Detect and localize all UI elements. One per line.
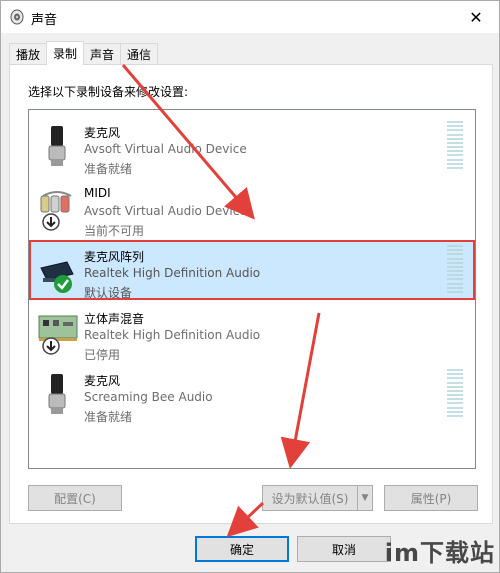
device-name: 麦克风	[84, 126, 121, 140]
device-item-microphone-screaming-bee[interactable]: 麦克风 Screaming Bee Audio 准备就绪	[29, 364, 475, 424]
level-meter	[447, 121, 463, 169]
close-button[interactable]: ✕	[453, 1, 499, 33]
sound-dialog: 声音 ✕ 播放 录制 声音 通信 选择以下录制设备来修改设置: 麦克风 Avso…	[0, 0, 500, 573]
microphone-icon	[48, 374, 66, 414]
set-default-button[interactable]: 设为默认值(S)	[262, 485, 358, 511]
device-status: 当前不可用	[84, 224, 145, 238]
tab-strip: 播放 录制 声音 通信	[9, 41, 159, 65]
device-description: Realtek High Definition Audio	[84, 328, 261, 342]
close-icon: ✕	[469, 7, 483, 27]
device-name: MIDI	[84, 186, 111, 200]
recording-panel: 选择以下录制设备来修改设置: 麦克风 Avsoft Virtual Audio …	[9, 64, 493, 524]
device-list[interactable]: 麦克风 Avsoft Virtual Audio Device 准备就绪 MID…	[28, 109, 476, 469]
tab-communications[interactable]: 通信	[120, 43, 159, 65]
tab-recording[interactable]: 录制	[46, 41, 85, 65]
device-name: 麦克风	[84, 374, 121, 388]
device-description: Screaming Bee Audio	[84, 390, 213, 404]
configure-button[interactable]: 配置(C)	[28, 485, 122, 511]
device-item-microphone-avsoft[interactable]: 麦克风 Avsoft Virtual Audio Device 准备就绪	[29, 116, 475, 176]
device-status: 准备就绪	[84, 162, 133, 176]
level-meter	[447, 245, 463, 293]
device-description: Avsoft Virtual Audio Device	[84, 142, 247, 156]
tab-playback[interactable]: 播放	[9, 43, 48, 65]
level-meter	[447, 369, 463, 417]
microphone-icon	[48, 126, 66, 166]
device-status: 已停用	[84, 348, 121, 362]
device-item-stereo-mix[interactable]: 立体声混音 Realtek High Definition Audio 已停用	[29, 302, 475, 362]
title-bar: 声音 ✕	[1, 1, 499, 33]
device-status: 准备就绪	[84, 410, 133, 424]
device-name: 麦克风阵列	[84, 250, 145, 264]
tab-sounds[interactable]: 声音	[83, 43, 122, 65]
chevron-down-icon: ▼	[361, 493, 369, 503]
device-name: 立体声混音	[84, 312, 145, 326]
speaker-icon	[10, 9, 24, 25]
window-title: 声音	[31, 13, 58, 28]
device-item-midi[interactable]: MIDI Avsoft Virtual Audio Device 当前不可用	[29, 178, 475, 238]
device-description: Avsoft Virtual Audio Device	[84, 204, 247, 218]
device-description: Realtek High Definition Audio	[84, 266, 261, 280]
set-default-dropdown-button[interactable]: ▼	[357, 485, 373, 511]
watermark-logo: im下载站	[384, 539, 495, 567]
green-check-badge	[54, 275, 72, 293]
ok-button[interactable]: 确定	[195, 536, 289, 562]
device-status: 默认设备	[84, 286, 133, 300]
instruction-label: 选择以下录制设备来修改设置:	[28, 85, 189, 99]
sound-card-icon	[38, 315, 78, 355]
microphone-array-icon	[40, 261, 74, 293]
device-item-microphone-array[interactable]: 麦克风阵列 Realtek High Definition Audio 默认设备	[29, 240, 475, 300]
midi-cable-icon	[40, 191, 72, 231]
cancel-button[interactable]: 取消	[297, 536, 391, 562]
properties-button[interactable]: 属性(P)	[384, 485, 478, 511]
